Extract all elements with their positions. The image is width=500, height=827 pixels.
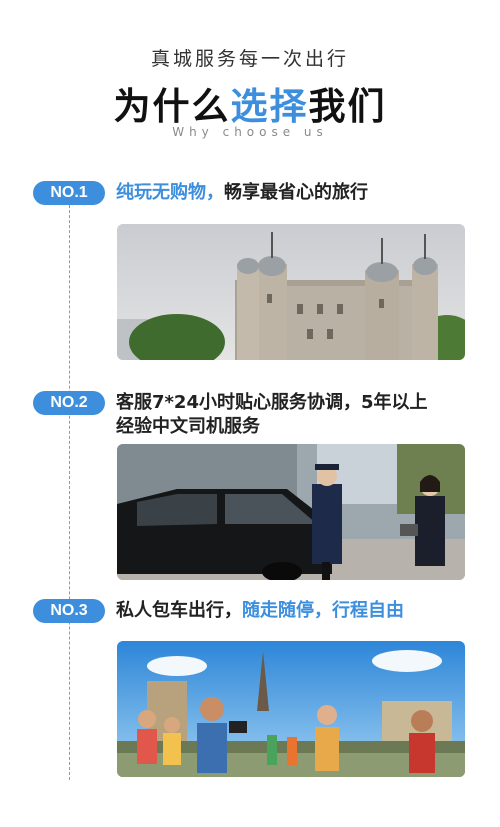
item3-start: 私人包车出行， <box>116 600 242 621</box>
tower-of-london-photo <box>117 224 465 360</box>
badge-no2: NO.2 <box>33 391 105 415</box>
chauffeur-car-photo <box>117 444 465 580</box>
item1-highlight: 纯玩无购物， <box>116 182 224 203</box>
badge-no3: NO.3 <box>33 599 105 623</box>
item3-text: 私人包车出行，随走随停，行程自由 <box>116 599 404 623</box>
title-highlight: 选择 <box>230 85 309 128</box>
item2-line1: 客服7*24小时贴心服务协调，5年以上 <box>116 392 428 413</box>
tourists-selfie-photo <box>117 641 465 777</box>
page-subtitle-english: Why choose us <box>172 125 328 139</box>
item1-rest: 畅享最省心的旅行 <box>224 182 368 203</box>
page-subtitle: 真城服务每一次出行 <box>150 48 349 70</box>
badge-no1: NO.1 <box>33 181 105 205</box>
item1-text: 纯玩无购物，畅享最省心的旅行 <box>116 181 368 205</box>
item3-highlight: 随走随停，行程自由 <box>242 600 404 621</box>
title-part2: 我们 <box>308 85 387 128</box>
title-part1: 为什么 <box>113 85 231 128</box>
timeline-dashed-line <box>69 190 70 780</box>
page-title: 为什么选择我们 <box>0 76 500 130</box>
item2-line2: 经验中文司机服务 <box>116 416 260 437</box>
item2-text: 客服7*24小时贴心服务协调，5年以上 经验中文司机服务 <box>116 391 428 439</box>
